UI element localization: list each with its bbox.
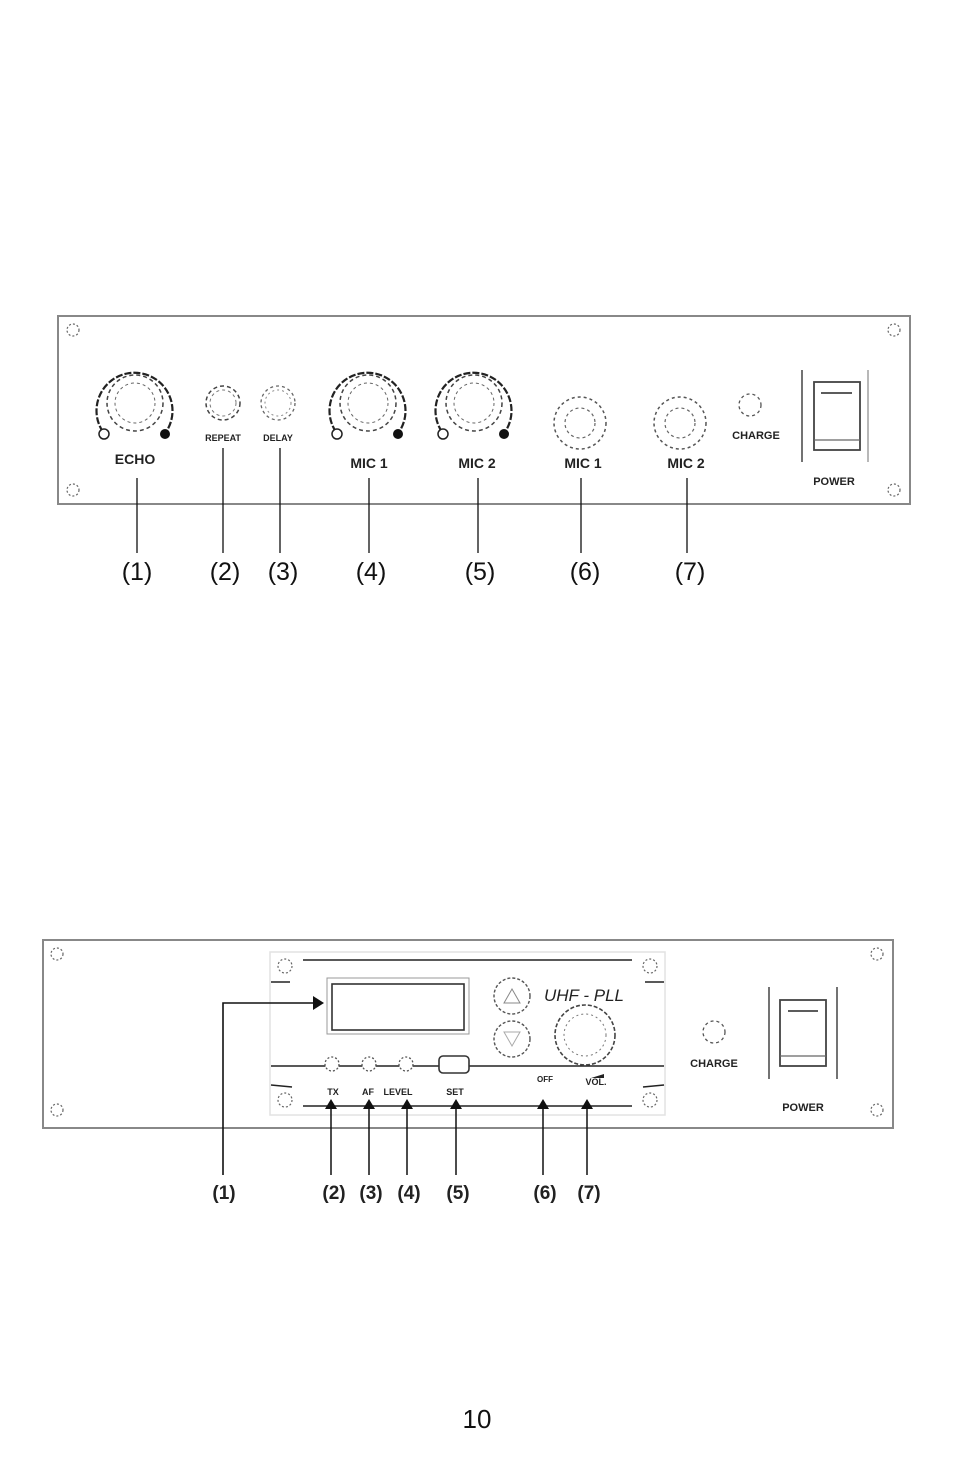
callout-2: (2) — [210, 558, 241, 586]
panel-2-outline — [42, 939, 894, 1129]
callout-6: (6) — [570, 558, 601, 586]
af-led-icon — [361, 1056, 377, 1072]
screw-icon — [50, 1103, 64, 1117]
callout-1: (1) — [122, 558, 153, 586]
screw-icon — [642, 1092, 658, 1108]
mic2-knob-label: MIC 2 — [458, 455, 496, 471]
callout-4: (4) — [356, 558, 387, 586]
arrowhead-icon — [325, 1099, 337, 1109]
callout-5: (5) — [446, 1183, 469, 1204]
arrowhead-icon — [581, 1099, 593, 1109]
arrowhead-icon — [313, 996, 324, 1010]
screw-icon — [870, 1103, 884, 1117]
arrowhead-icon — [450, 1099, 462, 1109]
screw-icon — [870, 947, 884, 961]
callout-5: (5) — [465, 558, 496, 586]
callout-2: (2) — [322, 1183, 345, 1204]
front-panel-diagram-1: ECHO REPEAT DELAY MIC 1 MIC 2 MIC 1 MIC … — [57, 315, 911, 586]
callout-1: (1) — [212, 1183, 235, 1204]
receiver-module-outline — [269, 951, 666, 1116]
arrowhead-icon — [363, 1099, 375, 1109]
echo-label: ECHO — [115, 451, 156, 467]
callout-3: (3) — [359, 1183, 382, 1204]
level-led-icon — [398, 1056, 414, 1072]
brand-label: UHF - PLL — [544, 986, 624, 1005]
tx-label: TX — [327, 1087, 339, 1097]
screw-icon — [642, 958, 658, 974]
charge-label-2: CHARGE — [690, 1058, 738, 1070]
off-label: OFF — [537, 1075, 553, 1084]
volume-ramp-icon — [591, 1074, 604, 1078]
callout-7: (7) — [577, 1183, 600, 1204]
vol-label: VOL. — [585, 1077, 606, 1087]
callout-7: (7) — [675, 558, 706, 586]
panel-1-outline — [57, 315, 911, 505]
power-label: POWER — [813, 476, 855, 488]
mic1-knob-label: MIC 1 — [350, 455, 388, 471]
down-button[interactable] — [493, 1020, 531, 1058]
max-dot-icon — [160, 429, 170, 439]
min-dot-icon — [437, 428, 449, 440]
set-label: SET — [446, 1087, 464, 1097]
arrowhead-icon — [537, 1099, 549, 1109]
max-dot-icon — [393, 429, 403, 439]
callout-arrow-1 — [222, 1002, 313, 1175]
screw-icon — [50, 947, 64, 961]
arrowhead-icon — [401, 1099, 413, 1109]
volume-knob[interactable] — [554, 1004, 616, 1066]
power-switch-2[interactable] — [768, 987, 838, 1079]
callout-3: (3) — [268, 558, 299, 586]
page-number: 10 — [462, 1404, 492, 1434]
min-dot-icon — [98, 428, 110, 440]
charge-label: CHARGE — [732, 430, 780, 442]
screw-icon — [277, 1092, 293, 1108]
power-label-2: POWER — [782, 1102, 824, 1114]
charge-led-icon — [702, 1020, 726, 1044]
af-label: AF — [362, 1087, 374, 1097]
screw-icon — [277, 958, 293, 974]
min-dot-icon — [331, 428, 343, 440]
set-button[interactable] — [438, 1055, 470, 1074]
delay-label: DELAY — [263, 433, 293, 443]
level-label: LEVEL — [383, 1087, 413, 1097]
tx-led-icon — [324, 1056, 340, 1072]
mic1-jack-label: MIC 1 — [564, 455, 602, 471]
lcd-display — [326, 977, 470, 1035]
max-dot-icon — [499, 429, 509, 439]
mic2-jack-label: MIC 2 — [667, 455, 705, 471]
callout-4: (4) — [397, 1183, 420, 1204]
repeat-label: REPEAT — [205, 433, 241, 443]
callout-6: (6) — [533, 1183, 556, 1204]
up-button[interactable] — [493, 977, 531, 1015]
